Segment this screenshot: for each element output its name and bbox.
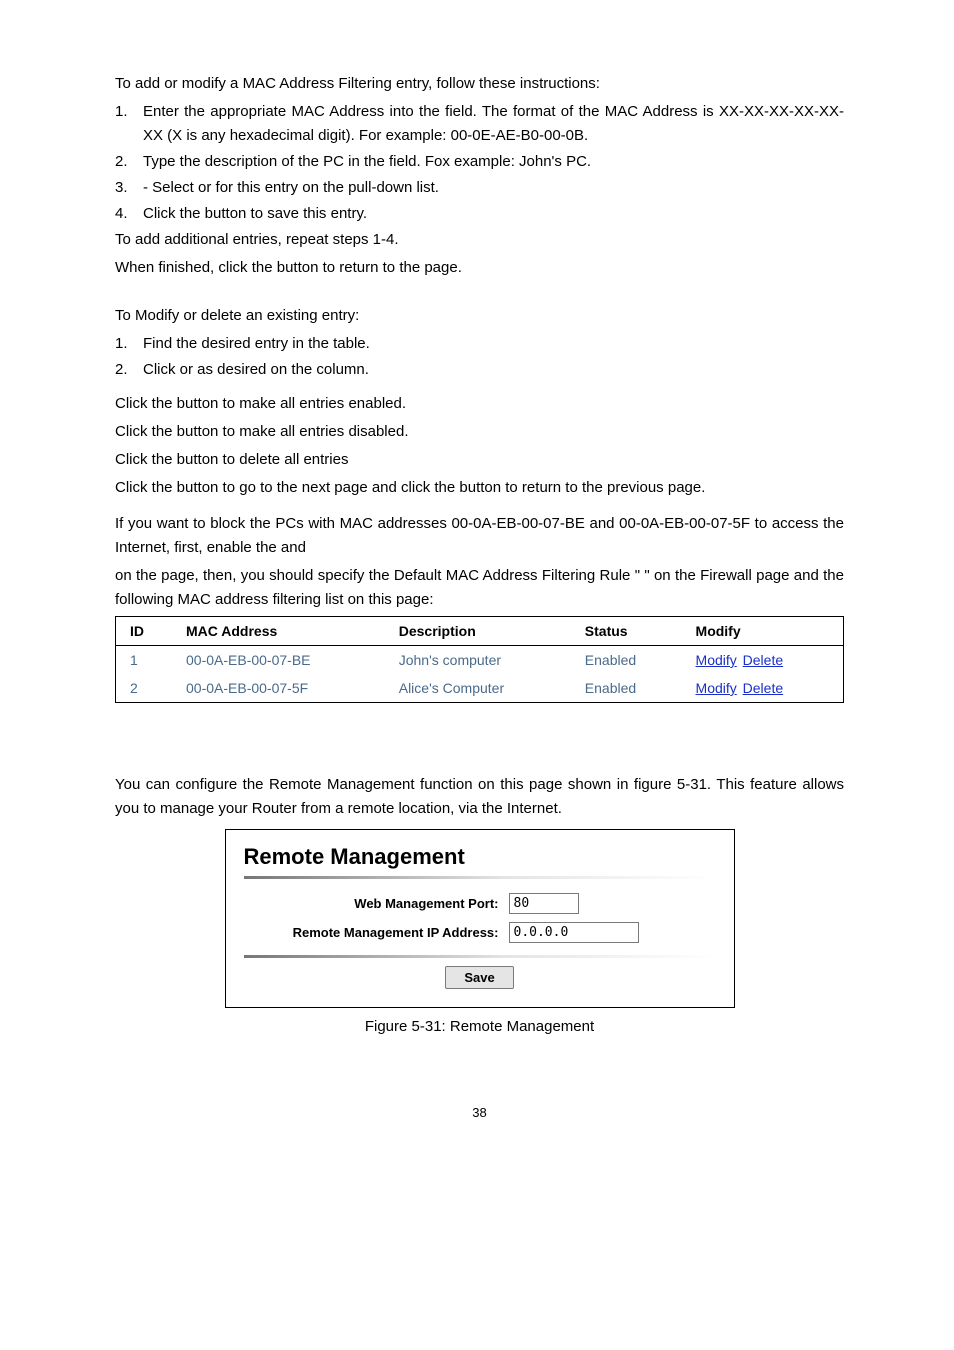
click-line-3: Click the button to delete all entries xyxy=(115,448,844,472)
step-a4: 4. Click the button to save this entry. xyxy=(115,202,844,226)
web-port-label: Web Management Port: xyxy=(244,896,509,911)
example-line-1: If you want to block the PCs with MAC ad… xyxy=(115,512,844,560)
col-status: Status xyxy=(571,617,682,646)
modify-link[interactable]: Modify xyxy=(696,680,737,696)
after-a1: To add additional entries, repeat steps … xyxy=(115,228,844,252)
cell-modify: Modify Delete xyxy=(682,646,844,675)
click-line-4: Click the button to go to the next page … xyxy=(115,476,844,500)
cell-id: 1 xyxy=(116,646,173,675)
col-mac: MAC Address xyxy=(172,617,385,646)
mac-filter-table: ID MAC Address Description Status Modify… xyxy=(115,616,844,703)
row-remote-ip: Remote Management IP Address: xyxy=(244,922,716,943)
step-b2-num: 2. xyxy=(115,358,143,382)
mac-table-header-row: ID MAC Address Description Status Modify xyxy=(116,617,844,646)
click-line-2: Click the button to make all entries dis… xyxy=(115,420,844,444)
web-port-input[interactable] xyxy=(509,893,579,914)
step-a3: 3. - Select or for this entry on the pul… xyxy=(115,176,844,200)
step-a2-num: 2. xyxy=(115,150,143,174)
step-a2-text: Type the description of the PC in the fi… xyxy=(143,150,844,174)
table-row: 2 00-0A-EB-00-07-5F Alice's Computer Ena… xyxy=(116,674,844,703)
step-b1-num: 1. xyxy=(115,332,143,356)
modify-link[interactable]: Modify xyxy=(696,652,737,668)
step-a1-num: 1. xyxy=(115,100,143,148)
remote-management-intro: You can configure the Remote Management … xyxy=(115,773,844,821)
cell-status: Enabled xyxy=(571,674,682,703)
cell-modify: Modify Delete xyxy=(682,674,844,703)
cell-mac: 00-0A-EB-00-07-5F xyxy=(172,674,385,703)
page-number: 38 xyxy=(115,1105,844,1120)
remote-management-panel: Remote Management Web Management Port: R… xyxy=(225,829,735,1008)
col-modify: Modify xyxy=(682,617,844,646)
cell-status: Enabled xyxy=(571,646,682,675)
col-id: ID xyxy=(116,617,173,646)
step-b2: 2. Click or as desired on the column. xyxy=(115,358,844,382)
step-a1: 1. Enter the appropriate MAC Address int… xyxy=(115,100,844,148)
table-row: 1 00-0A-EB-00-07-BE John's computer Enab… xyxy=(116,646,844,675)
intro-add-modify: To add or modify a MAC Address Filtering… xyxy=(115,72,844,96)
delete-link[interactable]: Delete xyxy=(743,652,783,668)
remote-ip-label: Remote Management IP Address: xyxy=(244,925,509,940)
row-web-port: Web Management Port: xyxy=(244,893,716,914)
step-a4-text: Click the button to save this entry. xyxy=(143,202,844,226)
save-button[interactable]: Save xyxy=(445,966,513,989)
step-a3-num: 3. xyxy=(115,176,143,200)
delete-link[interactable]: Delete xyxy=(743,680,783,696)
divider xyxy=(244,955,716,958)
divider xyxy=(244,876,716,879)
click-line-1: Click the button to make all entries ena… xyxy=(115,392,844,416)
cell-id: 2 xyxy=(116,674,173,703)
cell-desc: Alice's Computer xyxy=(385,674,571,703)
remote-management-title: Remote Management xyxy=(244,844,716,870)
example-line-2: on the page, then, you should specify th… xyxy=(115,564,844,612)
intro-modify-delete: To Modify or delete an existing entry: xyxy=(115,304,844,328)
step-a2: 2. Type the description of the PC in the… xyxy=(115,150,844,174)
figure-caption: Figure 5-31: Remote Management xyxy=(115,1018,844,1035)
cell-desc: John's computer xyxy=(385,646,571,675)
step-b1: 1. Find the desired entry in the table. xyxy=(115,332,844,356)
step-b2-text: Click or as desired on the column. xyxy=(143,358,844,382)
after-a2: When finished, click the button to retur… xyxy=(115,256,844,280)
step-b1-text: Find the desired entry in the table. xyxy=(143,332,844,356)
step-a3-text: - Select or for this entry on the pull-d… xyxy=(143,176,844,200)
cell-mac: 00-0A-EB-00-07-BE xyxy=(172,646,385,675)
step-a4-num: 4. xyxy=(115,202,143,226)
col-desc: Description xyxy=(385,617,571,646)
step-a1-text: Enter the appropriate MAC Address into t… xyxy=(143,100,844,148)
remote-ip-input[interactable] xyxy=(509,922,639,943)
